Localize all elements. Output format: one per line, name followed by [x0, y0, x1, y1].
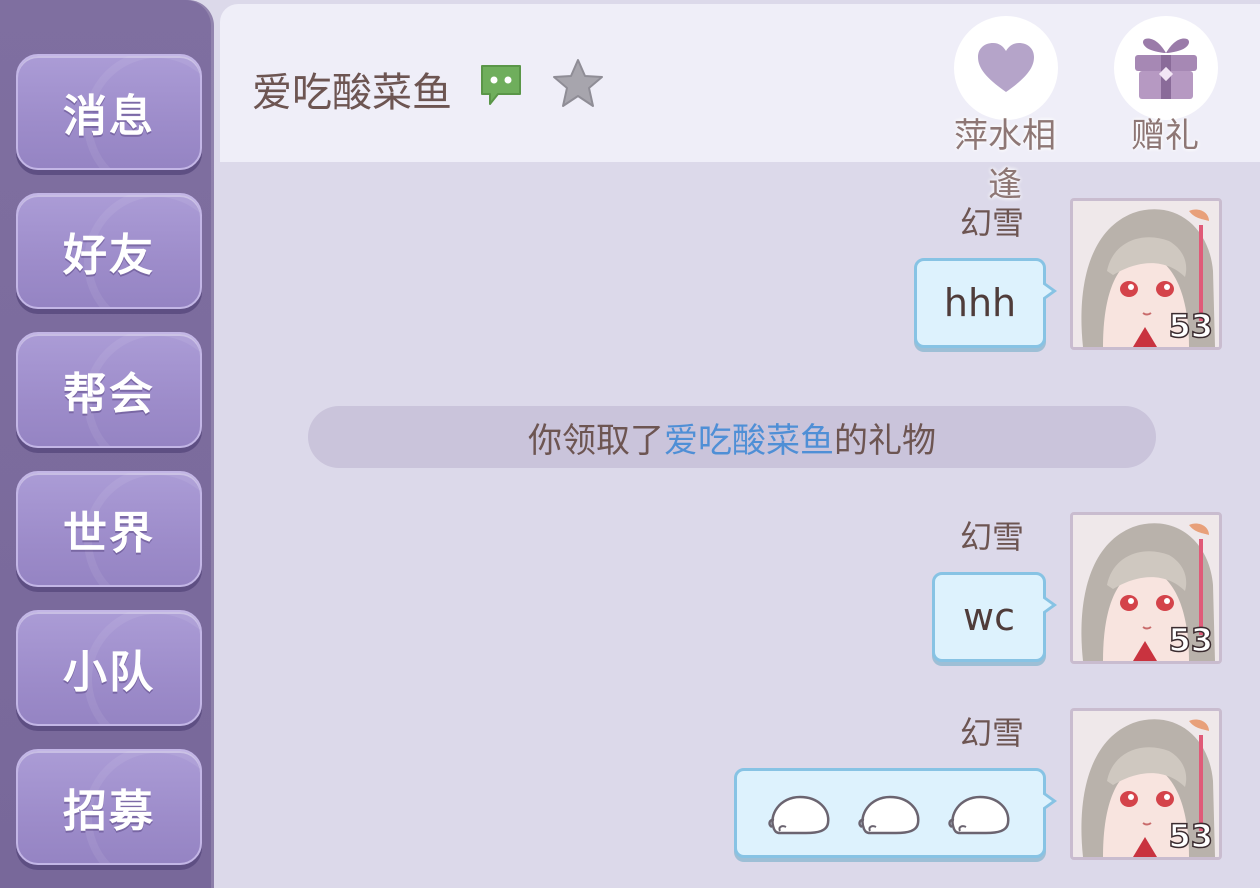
system-message: 你领取了 爱吃酸菜鱼 的礼物 [308, 406, 1156, 468]
sleeping-cat-emoji [948, 795, 1010, 835]
gift-icon-holder [1114, 16, 1218, 120]
sender-name: 幻雪 [959, 204, 1024, 242]
channel-sidebar: 消息 好友 帮会 世界 小队 招募 [0, 0, 214, 888]
level-badge: 53 [1168, 816, 1214, 856]
sleeping-cat-emoji [858, 795, 920, 835]
message-bubble[interactable]: wc [932, 572, 1057, 662]
heart-icon-holder [954, 16, 1058, 120]
chat-partner-name: 爱吃酸菜鱼 [252, 70, 452, 116]
gift-label: 赠礼 [1131, 116, 1199, 156]
avatar[interactable]: 53 [1070, 708, 1222, 860]
tab-label: 好友 [63, 230, 155, 281]
system-player-link[interactable]: 爱吃酸菜鱼 [664, 413, 834, 462]
sleeping-cat-emoji [768, 795, 830, 835]
tab-label: 消息 [63, 91, 155, 142]
chat-header: 爱吃酸菜鱼 萍水相逢 赠礼 [220, 4, 1260, 205]
tab-label: 招募 [63, 786, 155, 837]
tab-team[interactable]: 小队 [16, 610, 202, 726]
gift-button[interactable]: 赠礼 [1100, 16, 1230, 156]
star-icon[interactable] [550, 56, 606, 112]
tab-messages[interactable]: 消息 [16, 54, 202, 170]
sender-name: 幻雪 [959, 714, 1024, 752]
tab-label: 帮会 [63, 369, 155, 420]
system-suffix: 的礼物 [834, 420, 936, 461]
level-badge: 53 [1168, 306, 1214, 346]
heart-icon [978, 43, 1034, 92]
gift-icon [1135, 38, 1197, 99]
message-bubble[interactable] [734, 768, 1057, 858]
tab-label: 世界 [63, 508, 155, 559]
message-bubble[interactable]: hhh [914, 258, 1057, 348]
encounter-button[interactable]: 萍水相逢 [940, 16, 1070, 205]
system-prefix: 你领取了 [528, 420, 664, 461]
tab-world[interactable]: 世界 [16, 471, 202, 587]
tab-friends[interactable]: 好友 [16, 193, 202, 309]
sender-name: 幻雪 [959, 518, 1024, 556]
avatar[interactable]: 53 [1070, 512, 1222, 664]
avatar[interactable]: 53 [1070, 198, 1222, 350]
emoji-row [766, 789, 1014, 837]
tab-recruit[interactable]: 招募 [16, 749, 202, 865]
chat-bubble-icon[interactable] [478, 62, 524, 108]
level-badge: 53 [1168, 620, 1214, 660]
tab-guild[interactable]: 帮会 [16, 332, 202, 448]
chat-message-list[interactable]: 幻雪 hhh 53 你领取了 爱吃酸菜鱼 的礼物 幻雪 wc 53 幻雪 53 [220, 162, 1260, 888]
tab-label: 小队 [63, 647, 155, 698]
